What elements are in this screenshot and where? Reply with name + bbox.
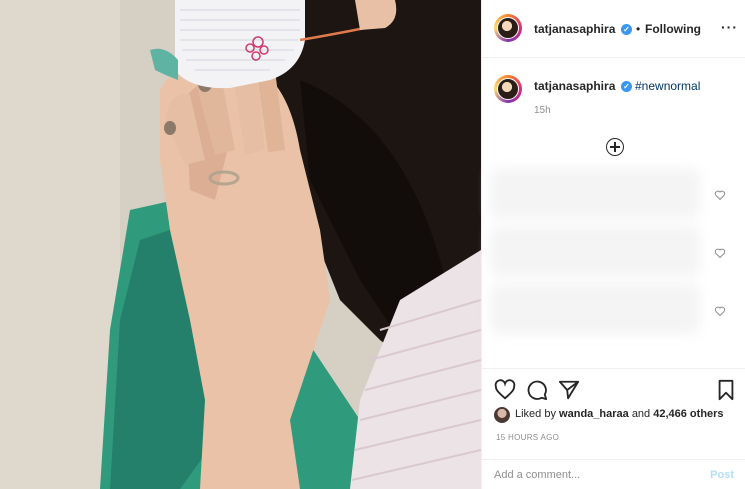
liker-username[interactable]: wanda_haraa [559,408,629,420]
post-header: tatjanasaphira ✓ • Following ··· [482,0,745,58]
heart-outline-icon[interactable] [714,247,726,259]
heart-outline-icon[interactable] [714,189,726,201]
likes-text: Liked by wanda_haraa and 42,466 others [515,408,724,420]
instagram-post-view: tatjanasaphira ✓ • Following ··· tatjana… [0,0,745,489]
heart-outline-icon[interactable] [494,379,516,401]
hashtag-link[interactable]: #newnormal [621,79,700,93]
more-options-icon[interactable]: ··· [721,19,738,35]
comment-input[interactable] [494,466,694,484]
paper-plane-icon[interactable] [558,379,580,401]
post-photo[interactable] [0,0,481,489]
comment-blurred [490,226,700,276]
verified-badge-icon: ✓ [621,24,632,35]
photo-illustration [0,0,481,489]
likes-others-link[interactable]: 42,466 others [653,408,723,420]
caption-avatar[interactable] [494,75,522,103]
likes-prefix: Liked by [515,408,556,420]
likes-conjunction: and [631,408,651,420]
caption-username[interactable]: tatjanasaphira [534,79,615,93]
action-bar [482,368,745,409]
liker-avatar[interactable] [494,407,510,423]
following-button[interactable]: Following [645,22,701,36]
author-avatar[interactable] [494,14,522,42]
comment-blurred [490,284,700,334]
author-username[interactable]: tatjanasaphira [534,22,615,36]
bookmark-icon[interactable] [716,379,736,401]
comment-box: Post [482,459,745,489]
post-comment-button[interactable]: Post [710,469,734,481]
plus-circle-icon[interactable] [606,138,624,156]
header-separator: • [636,22,641,36]
post-timestamp[interactable]: 15 HOURS AGO [496,433,559,442]
comment-blurred [490,168,700,218]
post-side-panel: tatjanasaphira ✓ • Following ··· tatjana… [481,0,745,489]
comment-bubble-icon[interactable] [526,379,548,401]
heart-outline-icon[interactable] [714,305,726,317]
caption-age: 15h [534,105,551,116]
